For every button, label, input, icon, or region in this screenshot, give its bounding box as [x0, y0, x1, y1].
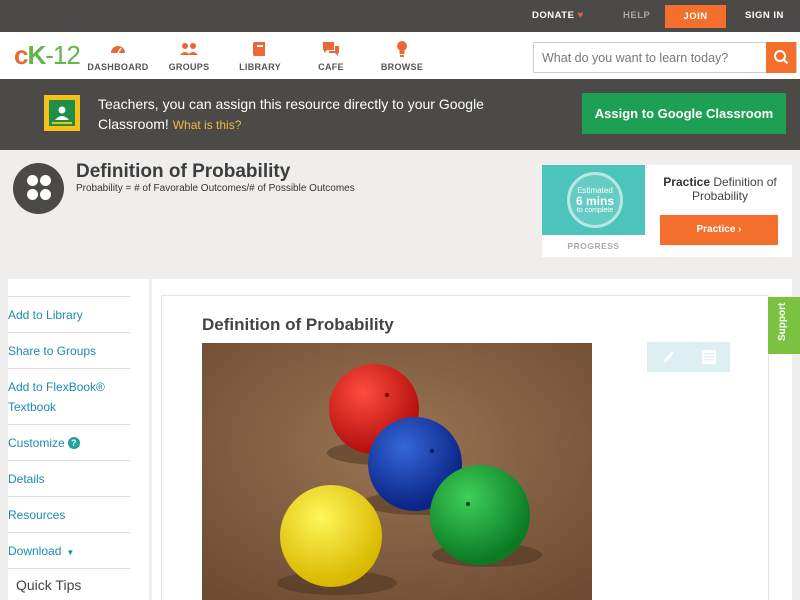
sidebar-item-add-to-flexbook[interactable]: Add to FlexBook® Textbook [8, 368, 130, 424]
download-label: Download [8, 544, 62, 558]
donate-label: DONATE [532, 10, 575, 21]
concept-subtitle: Probability = # of Favorable Outcomes/# … [76, 183, 355, 194]
concept-dot [40, 189, 51, 200]
practice-button[interactable]: Practice › [660, 215, 778, 245]
concept-title: Definition of Probability [76, 161, 291, 182]
banner-text: Teachers, you can assign this resource d… [98, 94, 518, 135]
banner-message: Teachers, you can assign this resource d… [98, 96, 484, 132]
main-nav-bar: cK-12 DASHBOARD GROUPS LIBRARY CAFE BROW… [0, 32, 800, 79]
progress-label: PROGRESS [567, 241, 620, 251]
google-classroom-icon [44, 95, 80, 131]
quick-tips-heading[interactable]: Quick Tips [16, 577, 81, 593]
sidebar-divider [8, 568, 130, 569]
sidebar-item-resources[interactable]: Resources [8, 496, 130, 532]
support-label: Support [777, 302, 788, 341]
practice-card: Estimated 6 mins to complete PROGRESS Pr… [542, 165, 792, 257]
cafe-chat-icon [323, 42, 339, 56]
sidebar-item-details[interactable]: Details [8, 460, 130, 496]
customize-label: Customize [8, 436, 65, 450]
practice-progress-graphic: Estimated 6 mins to complete [542, 165, 645, 235]
logo-k: K [27, 40, 46, 70]
content-title: Definition of Probability [202, 315, 394, 334]
content-tools [647, 342, 730, 372]
sign-in-link[interactable]: SIGN IN [745, 0, 784, 32]
search-box [533, 42, 797, 73]
estimated-mins: 6 mins [575, 194, 614, 208]
colored-balls-image [202, 343, 592, 600]
support-tab[interactable]: Support [768, 297, 800, 354]
to-complete-label: to complete [576, 207, 614, 214]
nav-library[interactable]: LIBRARY [225, 40, 295, 72]
top-utility-bar: DONATE ♥ HELP JOIN SIGN IN [0, 0, 800, 32]
concept-dot [27, 189, 38, 200]
concept-dot [40, 175, 51, 186]
assign-google-classroom-button[interactable]: Assign to Google Classroom [582, 93, 786, 134]
nav-cafe-label: CAFE [318, 62, 344, 72]
dashboard-gauge-icon [111, 46, 125, 54]
practice-title: Practice Definition of Probability [654, 175, 786, 203]
search-icon [774, 50, 789, 65]
nav-dashboard-label: DASHBOARD [87, 62, 149, 72]
nav-cafe[interactable]: CAFE [296, 40, 366, 72]
donate-link[interactable]: DONATE ♥ [532, 0, 584, 32]
nav-groups[interactable]: GROUPS [154, 40, 224, 72]
sidebar-item-add-to-library[interactable]: Add to Library [8, 296, 130, 332]
what-is-this-link[interactable]: What is this? [173, 118, 242, 132]
ck12-logo[interactable]: cK-12 [14, 40, 81, 70]
join-button[interactable]: JOIN [665, 5, 726, 28]
chevron-right-icon: › [738, 224, 742, 235]
estimated-time-ring: Estimated 6 mins to complete [567, 172, 623, 228]
library-book-icon [253, 42, 265, 56]
nav-library-label: LIBRARY [239, 62, 281, 72]
help-question-icon[interactable]: ? [67, 437, 80, 449]
practice-title-bold: Practice [663, 175, 710, 189]
help-link[interactable]: HELP [623, 0, 650, 32]
notes-tool-button[interactable] [689, 342, 729, 372]
nav-dashboard[interactable]: DASHBOARD [82, 40, 154, 72]
pencil-icon [664, 351, 674, 363]
search-input[interactable] [534, 43, 768, 72]
nav-browse-label: BROWSE [380, 62, 424, 72]
concept-dot [27, 175, 38, 186]
heart-icon: ♥ [577, 10, 584, 21]
sidebar-item-share-to-groups[interactable]: Share to Groups [8, 332, 130, 368]
sidebar-item-download[interactable]: Download ▼ [8, 532, 130, 568]
concept-icon [13, 163, 64, 214]
annotate-tool-button[interactable] [647, 342, 687, 372]
sidebar-item-customize[interactable]: Customize? [8, 424, 130, 460]
browse-lightbulb-icon [397, 41, 407, 57]
groups-people-icon [180, 43, 198, 55]
logo-c: c [14, 40, 29, 70]
search-button[interactable] [766, 42, 796, 73]
logo-number: -12 [45, 40, 81, 70]
practice-button-label: Practice [696, 224, 736, 235]
notes-icon [702, 350, 716, 364]
caret-down-icon: ▼ [66, 548, 75, 557]
nav-groups-label: GROUPS [168, 62, 210, 72]
nav-browse[interactable]: BROWSE [367, 40, 437, 72]
